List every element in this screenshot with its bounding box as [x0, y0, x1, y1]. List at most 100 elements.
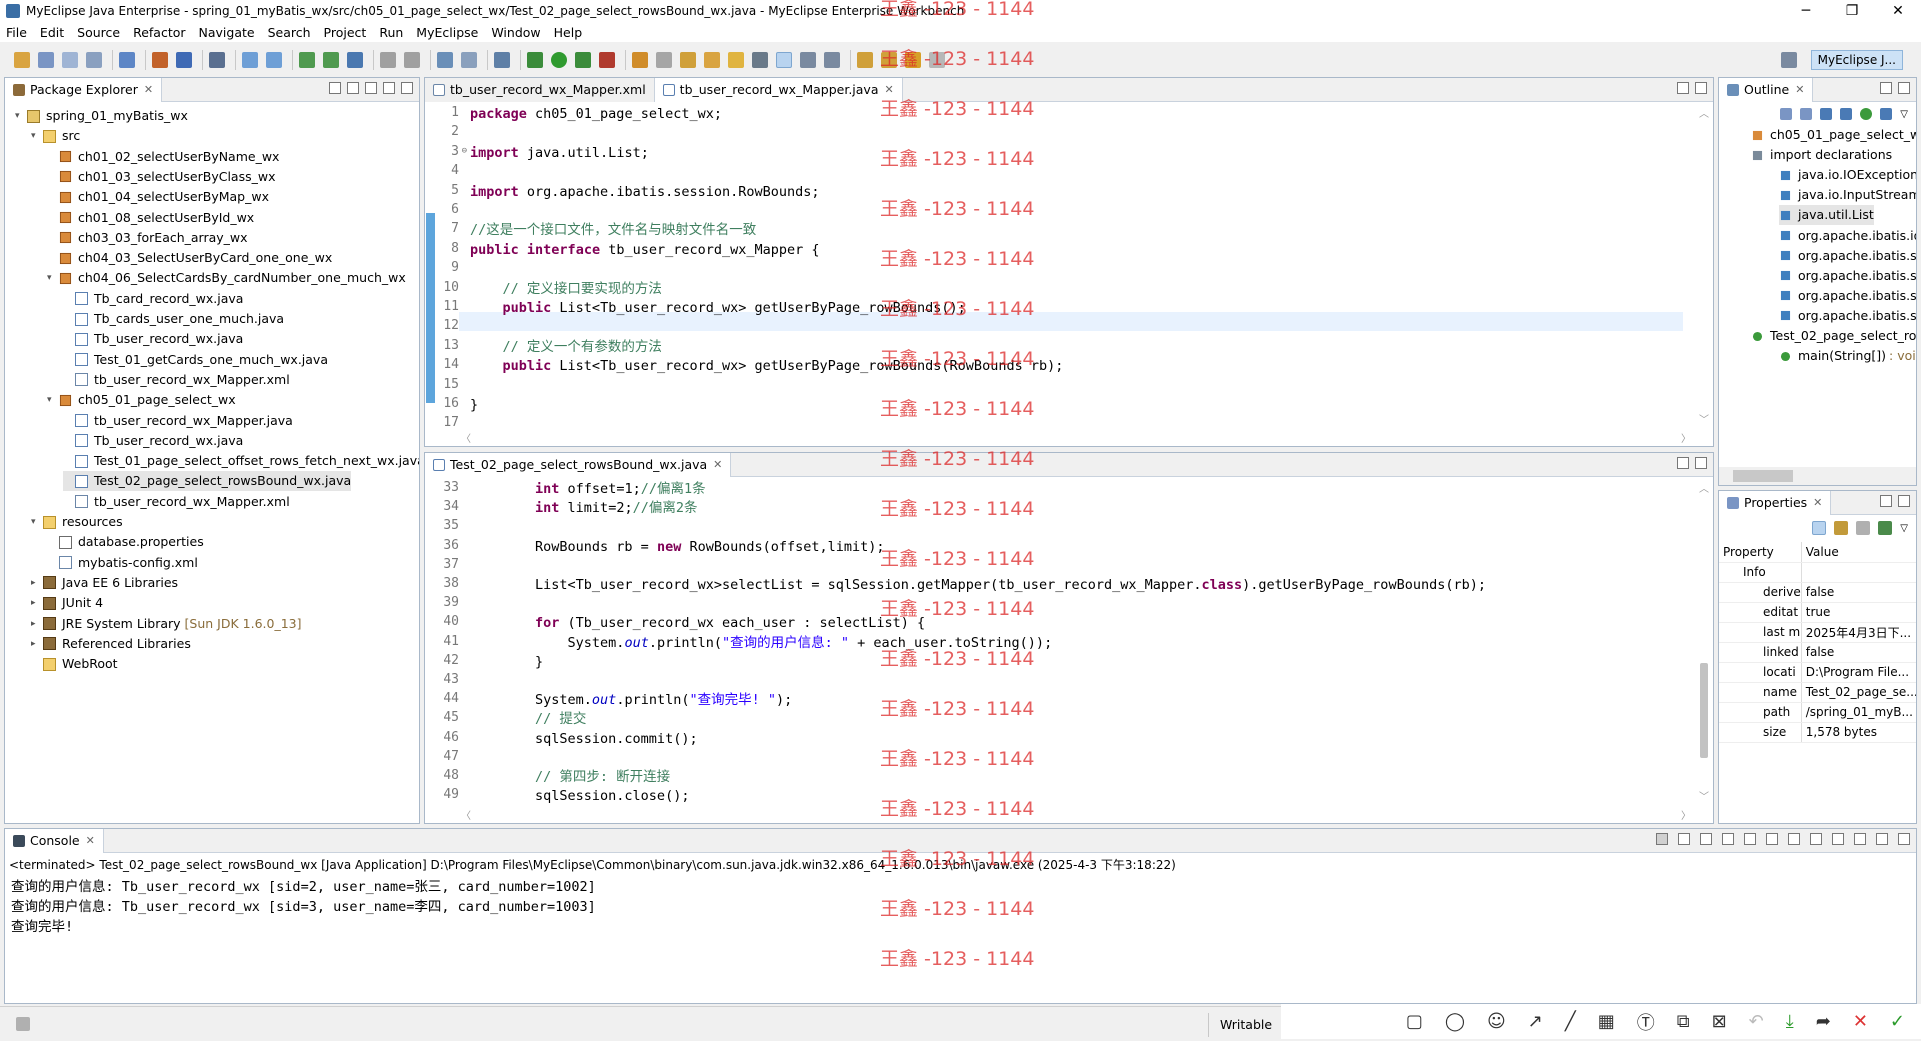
close-icon[interactable]: ✕: [144, 83, 153, 96]
tree-item[interactable]: ▾ src: [31, 126, 80, 146]
refresh-icon[interactable]: [461, 52, 477, 68]
share-icon[interactable]: ➦: [1816, 1011, 1831, 1032]
sort-icon[interactable]: [1800, 108, 1813, 120]
tree-item[interactable]: ch01_04_selectUserByMap_wx: [47, 187, 269, 207]
hide-fields-icon[interactable]: [1820, 108, 1833, 120]
minimize-view-icon[interactable]: [1876, 833, 1888, 845]
new-package-icon[interactable]: [299, 52, 315, 68]
tree-item[interactable]: mybatis-config.xml: [47, 553, 198, 573]
save-screenshot-icon[interactable]: ⤓: [1786, 1011, 1794, 1032]
rectangle-tool-icon[interactable]: ▢: [1406, 1011, 1423, 1032]
property-row[interactable]: linked false: [1719, 642, 1916, 663]
deploy-icon[interactable]: [152, 52, 168, 68]
tree-item[interactable]: tb_user_record_wx_Mapper.java: [63, 411, 293, 431]
close-icon[interactable]: ✕: [1795, 83, 1804, 96]
horizontal-scrollbar[interactable]: 〈 〉: [457, 428, 1695, 446]
expand-toggle-icon[interactable]: ▾: [15, 106, 27, 126]
close-icon[interactable]: ✕: [884, 83, 893, 96]
tree-item[interactable]: Tb_user_record_wx.java: [63, 329, 243, 349]
outline-item[interactable]: java.io.InputStream: [1779, 185, 1916, 205]
lock-icon[interactable]: [209, 52, 225, 68]
outline-item[interactable]: java.util.List: [1779, 205, 1874, 226]
maximize-view-icon[interactable]: [1695, 82, 1707, 94]
fast-view-icon[interactable]: [16, 1017, 30, 1031]
collapse-all-icon[interactable]: [329, 82, 341, 94]
expand-toggle-icon[interactable]: ▸: [31, 573, 43, 593]
tab-mapper-java[interactable]: tb_user_record_wx_Mapper.java ✕: [654, 77, 903, 102]
maximize-view-icon[interactable]: [1898, 833, 1910, 845]
tree-item[interactable]: Test_01_page_select_offset_rows_fetch_ne…: [63, 451, 419, 471]
new-class-icon[interactable]: [323, 52, 339, 68]
perspective-button[interactable]: MyEclipse J...: [1810, 50, 1903, 70]
open-type-icon[interactable]: [242, 52, 258, 68]
prev-annotation-icon[interactable]: [881, 52, 897, 68]
outline-item[interactable]: org.apache.ibatis.se: [1779, 266, 1916, 286]
menu-run[interactable]: Run: [379, 25, 403, 40]
forward-history-icon[interactable]: [404, 52, 420, 68]
tree-item[interactable]: Test_01_getCards_one_much_wx.java: [63, 350, 328, 370]
code-editor-bottom[interactable]: ︿ ﹀ 〈 〉 33 int offset=1;//偏离1条 34 int lim…: [425, 478, 1713, 823]
open-perspective-icon[interactable]: [1780, 52, 1797, 68]
menu-help[interactable]: Help: [554, 25, 583, 40]
minimize-view-icon[interactable]: [1677, 82, 1689, 94]
menu-source[interactable]: Source: [77, 25, 120, 40]
maximize-view-icon[interactable]: [1898, 82, 1910, 94]
tree-item[interactable]: ch01_02_selectUserByName_wx: [47, 147, 279, 167]
fold-toggle-icon[interactable]: ⊖: [455, 146, 467, 156]
link-editor-icon[interactable]: [347, 82, 359, 94]
tab-outline[interactable]: Outline ✕: [1719, 77, 1814, 102]
property-row[interactable]: path/spring_01_myB...: [1719, 702, 1916, 723]
property-row[interactable]: last m 2025年4月3日下...: [1719, 622, 1916, 643]
globe-icon[interactable]: [347, 52, 363, 68]
tree-item[interactable]: ▸ Java EE 6 Libraries: [31, 573, 178, 593]
save-all-icon[interactable]: [62, 52, 78, 68]
outline-item[interactable]: java.io.IOException: [1779, 165, 1916, 185]
show-categories-icon[interactable]: [1812, 521, 1827, 535]
pin-screenshot-icon[interactable]: ⧉: [1677, 1011, 1690, 1032]
minimize-button[interactable]: ─: [1783, 0, 1829, 22]
block-icon[interactable]: [800, 52, 816, 68]
close-icon[interactable]: ✕: [86, 834, 95, 847]
display-console-icon[interactable]: [1832, 833, 1844, 845]
expand-toggle-icon[interactable]: ▸: [31, 634, 43, 654]
expand-toggle-icon[interactable]: ▾: [31, 126, 43, 146]
tree-item[interactable]: tb_user_record_wx_Mapper.xml: [63, 492, 290, 512]
menu-file[interactable]: File: [6, 25, 27, 40]
pen-tool-icon[interactable]: ╱: [1565, 1011, 1576, 1032]
gear-icon[interactable]: [656, 52, 672, 68]
external-tools-icon[interactable]: [599, 52, 615, 68]
show-advanced-icon[interactable]: [1834, 521, 1849, 535]
tree-item[interactable]: ▸ JUnit 4: [31, 593, 103, 613]
hide-nonpublic-icon[interactable]: [1860, 108, 1873, 120]
collapse-all-icon[interactable]: [1780, 108, 1793, 120]
horizontal-scrollbar[interactable]: 〈 〉: [457, 805, 1695, 823]
filter-icon[interactable]: [1856, 521, 1871, 535]
highlight-icon[interactable]: [776, 52, 792, 68]
pin-console-icon[interactable]: [1810, 833, 1822, 845]
debug-icon[interactable]: [527, 52, 543, 68]
menu-search[interactable]: Search: [268, 25, 311, 40]
minimize-view-icon[interactable]: [383, 82, 395, 94]
tree-item[interactable]: ch04_03_SelectUserByCard_one_one_wx: [47, 248, 332, 268]
property-row[interactable]: derive false: [1719, 582, 1916, 603]
property-row[interactable]: size 1,578 bytes: [1719, 722, 1916, 743]
menu-myeclipse[interactable]: MyEclipse: [416, 25, 478, 40]
emoji-tool-icon[interactable]: ☺: [1487, 1011, 1506, 1032]
property-row[interactable]: name Test_02_page_se...: [1719, 682, 1916, 703]
close-button[interactable]: ✕: [1875, 0, 1921, 22]
tree-item[interactable]: Tb_cards_user_one_much.java: [63, 309, 284, 329]
terminate-icon[interactable]: [1656, 833, 1668, 845]
server-icon[interactable]: [176, 52, 192, 68]
menu-refactor[interactable]: Refactor: [133, 25, 185, 40]
property-row[interactable]: locati D:\Program File...: [1719, 662, 1916, 683]
pin-icon[interactable]: [1878, 521, 1893, 535]
tree-item[interactable]: ▾ ch04_06_SelectCardsBy_cardNumber_one_mu…: [47, 268, 406, 288]
remove-launch-icon[interactable]: [1678, 833, 1690, 845]
ellipse-tool-icon[interactable]: ◯: [1445, 1011, 1465, 1032]
text-tool-icon[interactable]: Ⓣ: [1637, 1009, 1655, 1035]
tree-item[interactable]: Tb_user_record_wx.java: [63, 431, 243, 451]
edit-icon[interactable]: [680, 52, 696, 68]
code-editor-top[interactable]: ︿ ﹀ 〈 〉 1 package ch05_01_page_select_wx;…: [425, 103, 1713, 446]
open-console-icon[interactable]: [1854, 833, 1866, 845]
tree-item[interactable]: Test_02_page_select_rowsBound_wx.java: [63, 471, 352, 492]
